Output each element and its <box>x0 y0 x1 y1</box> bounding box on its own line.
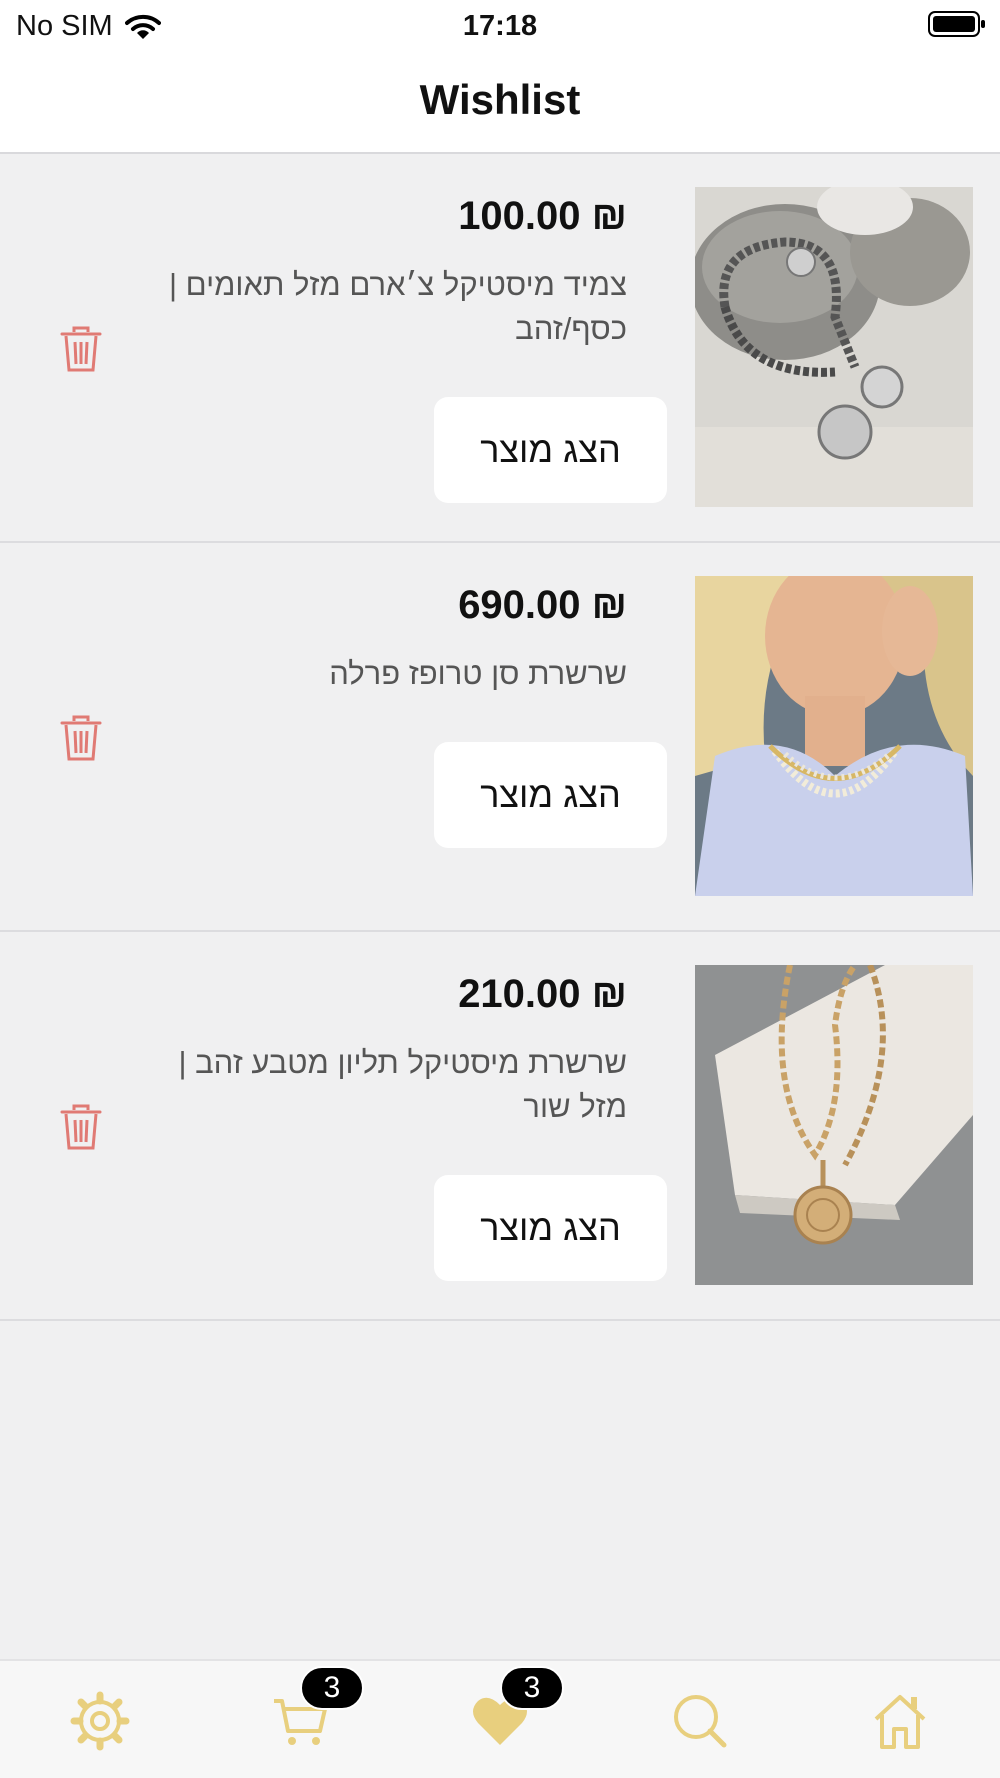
cart-badge: 3 <box>300 1666 364 1710</box>
product-price: ₪ 210.00 <box>458 972 627 1016</box>
settings-icon[interactable] <box>70 1691 130 1751</box>
status-time: 17:18 <box>462 10 538 42</box>
wishlist-item: ₪ 210.00 שרשרת מיסטיקל תליון מטבע זהב | … <box>0 932 1000 1321</box>
page-title: Wishlist <box>419 76 581 123</box>
product-image-bracelet[interactable] <box>695 187 973 507</box>
view-product-button[interactable]: הצג מוצר <box>434 397 667 503</box>
product-price: ₪ 100.00 <box>458 194 627 238</box>
tab-bar: 3 3 <box>0 1659 1000 1778</box>
tab-cart[interactable]: 3 <box>270 1666 364 1751</box>
wishlist-item: ₪ 100.00 צמיד מיסטיקל צ׳ארם מזל תאומים |… <box>0 154 1000 543</box>
product-name: שרשרת סן טרופז פרלה <box>329 656 627 691</box>
product-info: ₪ 210.00 שרשרת מיסטיקל תליון מטבע זהב | … <box>147 972 627 1129</box>
tab-wishlist[interactable]: 3 <box>470 1666 564 1751</box>
trash-icon[interactable] <box>60 326 102 372</box>
product-name: צמיד מיסטיקל צ׳ארם מזל תאומים | כסף/זהב <box>169 267 627 346</box>
search-icon[interactable] <box>670 1691 730 1751</box>
trash-icon[interactable] <box>60 1104 102 1150</box>
product-info: ₪ 690.00 שרשרת סן טרופז פרלה <box>147 583 627 696</box>
product-image-necklace-pearl[interactable] <box>695 576 973 896</box>
wishlist-badge: 3 <box>500 1666 564 1710</box>
view-product-button[interactable]: הצג מוצר <box>434 1175 667 1281</box>
battery-icon <box>928 11 985 37</box>
home-icon[interactable] <box>870 1691 930 1751</box>
navigation-bar: Wishlist <box>0 52 1000 154</box>
wishlist-item: ₪ 690.00 שרשרת סן טרופז פרלה הצג מוצר <box>0 543 1000 932</box>
product-info: ₪ 100.00 צמיד מיסטיקל צ׳ארם מזל תאומים |… <box>147 194 627 351</box>
product-price: ₪ 690.00 <box>458 583 627 627</box>
view-product-button[interactable]: הצג מוצר <box>434 742 667 848</box>
trash-icon[interactable] <box>60 715 102 761</box>
product-image-necklace-coin[interactable] <box>695 965 973 1285</box>
product-name: שרשרת מיסטיקל תליון מטבע זהב | מזל שור <box>178 1045 627 1124</box>
status-bar: No SIM 17:18 <box>0 0 1000 52</box>
wishlist-list: ₪ 100.00 צמיד מיסטיקל צ׳ארם מזל תאומים |… <box>0 154 1000 1321</box>
